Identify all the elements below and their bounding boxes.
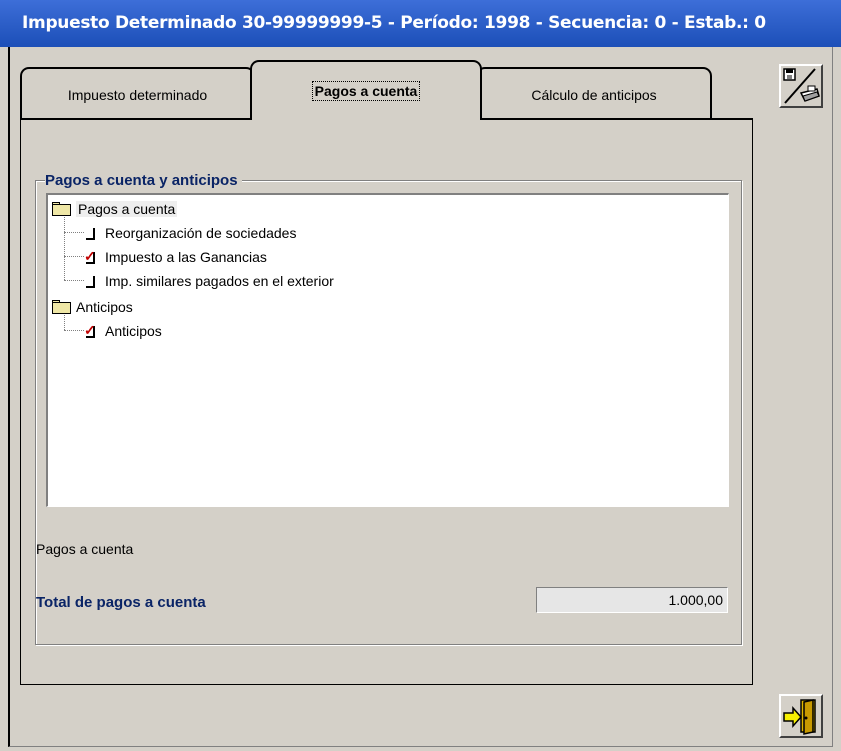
folder-icon xyxy=(52,202,72,216)
title-bar[interactable]: Impuesto Determinado 30-99999999-5 - Per… xyxy=(0,0,841,47)
tree-connector xyxy=(64,280,84,281)
tab-pagos-a-cuenta[interactable]: Pagos a cuenta xyxy=(250,60,482,120)
group-title: Pagos a cuenta y anticipos xyxy=(45,172,242,189)
tab-calculo-anticipos[interactable]: Cálculo de anticipos xyxy=(476,67,712,119)
main-window: Impuesto Determinado 30-99999999-5 - Per… xyxy=(0,0,841,751)
total-value-field: 1.000,00 xyxy=(536,587,728,613)
checkbox-checked-icon[interactable]: ✓ xyxy=(84,323,97,339)
tree-item-label: Reorganización de sociedades xyxy=(105,225,297,241)
checkbox-checked-icon[interactable]: ✓ xyxy=(84,249,97,265)
tree-folder-anticipos[interactable]: Anticipos xyxy=(52,296,133,318)
print-button[interactable] xyxy=(779,64,823,108)
tab-label: Pagos a cuenta xyxy=(311,81,421,101)
tree-connector xyxy=(64,330,84,331)
checkbox-unchecked-icon[interactable] xyxy=(84,226,97,241)
tree-item-label: Anticipos xyxy=(105,323,162,339)
folder-label: Pagos a cuenta xyxy=(76,201,178,217)
tree-view[interactable]: Pagos a cuenta Reorganización de socieda… xyxy=(46,193,729,507)
tree-connector xyxy=(64,217,65,280)
total-label: Total de pagos a cuenta xyxy=(36,594,206,611)
tab-label: Cálculo de anticipos xyxy=(531,87,657,103)
folder-label: Anticipos xyxy=(76,299,133,315)
tree-item-label: Imp. similares pagados en el exterior xyxy=(105,273,334,289)
exit-door-icon xyxy=(783,699,816,735)
section-label: Pagos a cuenta xyxy=(36,541,134,557)
tree-connector xyxy=(64,232,84,233)
tree-item-anticipos[interactable]: ✓ Anticipos xyxy=(84,320,162,342)
window-title: Impuesto Determinado 30-99999999-5 - Per… xyxy=(22,13,766,33)
tree-connector xyxy=(64,256,84,257)
tab-label: Impuesto determinado xyxy=(67,87,208,103)
tree-folder-pagos-a-cuenta[interactable]: Pagos a cuenta xyxy=(52,198,178,220)
tree-item-reorganizacion[interactable]: Reorganización de sociedades xyxy=(84,222,296,244)
tree-item-impuesto-ganancias[interactable]: ✓ Impuesto a las Ganancias xyxy=(84,246,267,268)
tree-item-imp-similares[interactable]: Imp. similares pagados en el exterior xyxy=(84,270,334,292)
tree-item-label: Impuesto a las Ganancias xyxy=(105,249,267,265)
exit-button[interactable] xyxy=(779,694,823,738)
checkbox-unchecked-icon[interactable] xyxy=(84,274,97,289)
save-print-icon xyxy=(783,68,820,104)
folder-icon xyxy=(52,300,72,314)
tab-impuesto-determinado[interactable]: Impuesto determinado xyxy=(20,67,255,119)
